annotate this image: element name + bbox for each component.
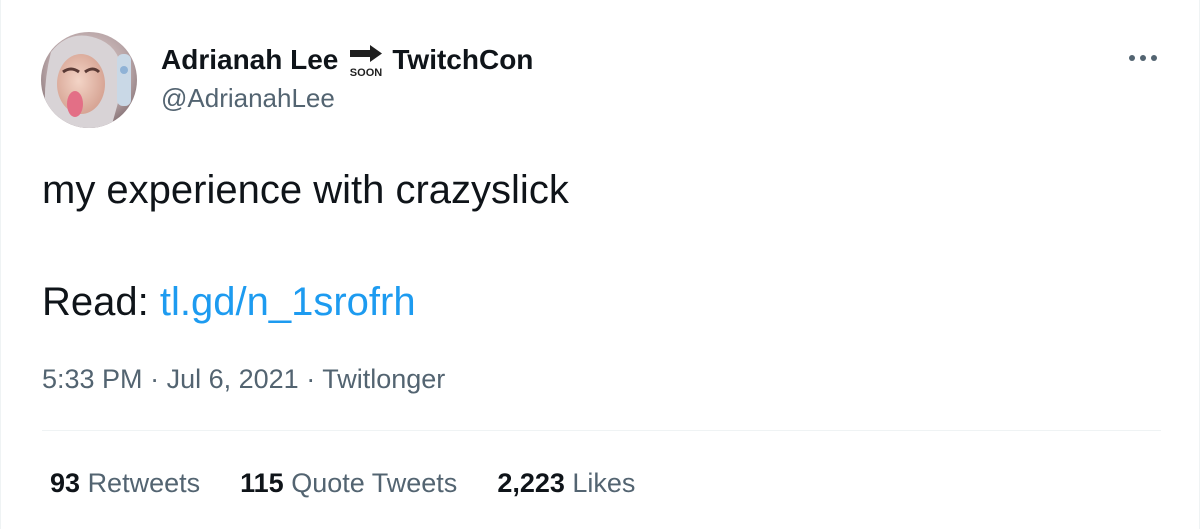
- display-name-suffix[interactable]: TwitchCon: [392, 44, 533, 76]
- tweet-read-line: Read: tl.gd/n_1srofrh: [42, 278, 416, 326]
- likes-count: 2,223: [497, 468, 565, 498]
- more-options-button[interactable]: [1125, 44, 1161, 72]
- tweet-source[interactable]: Twitlonger: [322, 364, 445, 394]
- tweet-meta: 5:33 PM · Jul 6, 2021 · Twitlonger: [42, 362, 445, 396]
- divider: [42, 430, 1161, 431]
- quote-tweets-stat[interactable]: 115 Quote Tweets: [240, 465, 457, 501]
- quote-tweets-count: 115: [240, 468, 284, 498]
- tweet-card: Adrianah Lee SOON TwitchCon @AdrianahLee…: [0, 0, 1200, 529]
- avatar-image: [41, 32, 137, 128]
- retweets-count: 93: [50, 468, 81, 498]
- display-name[interactable]: Adrianah Lee: [161, 44, 338, 76]
- avatar[interactable]: [41, 32, 137, 128]
- tweet-link[interactable]: tl.gd/n_1srofrh: [160, 280, 416, 324]
- meta-separator: ·: [306, 364, 316, 394]
- soon-emoji-text: SOON: [350, 67, 382, 79]
- likes-label: Likes: [572, 468, 636, 498]
- more-horizontal-icon: [1129, 55, 1157, 61]
- tweet-stats: 93 Retweets 115 Quote Tweets 2,223 Likes: [50, 465, 635, 501]
- soon-arrow-icon: SOON: [346, 45, 386, 79]
- retweets-stat[interactable]: 93 Retweets: [50, 465, 200, 501]
- quote-tweets-label: Quote Tweets: [291, 468, 458, 498]
- tweet-date[interactable]: Jul 6, 2021: [167, 364, 299, 394]
- author-handle[interactable]: @AdrianahLee: [161, 83, 335, 114]
- read-label: Read:: [42, 280, 149, 324]
- likes-stat[interactable]: 2,223 Likes: [497, 465, 635, 501]
- author-name-row[interactable]: Adrianah Lee SOON TwitchCon: [161, 42, 533, 79]
- retweets-label: Retweets: [87, 468, 201, 498]
- tweet-time[interactable]: 5:33 PM: [42, 364, 143, 394]
- meta-separator: ·: [150, 364, 160, 394]
- tweet-text: my experience with crazyslick: [42, 168, 569, 212]
